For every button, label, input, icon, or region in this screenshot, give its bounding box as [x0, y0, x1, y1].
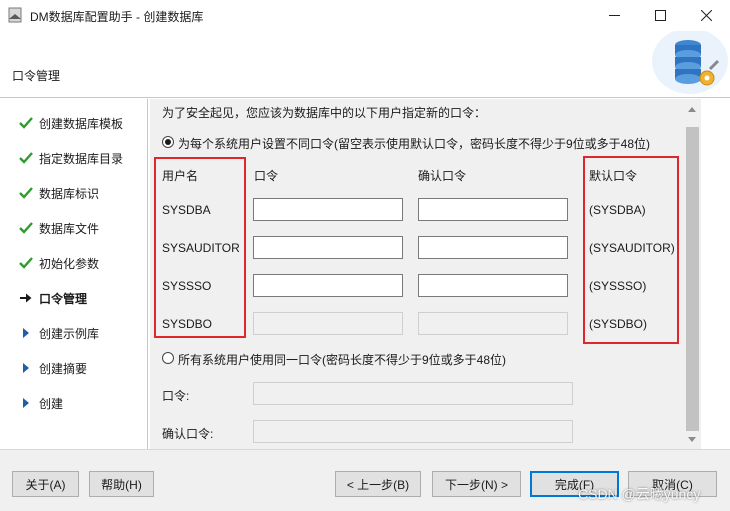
checkmark-icon	[18, 150, 34, 166]
title-bar: DM数据库配置助手 - 创建数据库	[0, 0, 730, 31]
scroll-thumb[interactable]	[686, 127, 699, 431]
confirm-field-sysauditor[interactable]	[418, 236, 568, 259]
checkmark-icon	[18, 115, 34, 131]
password-field-sysauditor[interactable]	[253, 236, 403, 259]
checkmark-icon	[18, 255, 34, 271]
close-icon	[701, 10, 712, 21]
checkmark-icon	[18, 185, 34, 201]
confirm-field-sysso[interactable]	[418, 274, 568, 297]
step-label: 创建	[39, 396, 64, 411]
password-field-sysso[interactable]	[253, 274, 403, 297]
step-label: 口令管理	[39, 291, 88, 306]
triangle-right-icon	[18, 395, 34, 411]
next-button[interactable]: 下一步(N) >	[432, 471, 521, 497]
step-label: 初始化参数	[39, 256, 100, 271]
password-panel: 为了安全起见，您应该为数据库中的以下用户指定新的口令： 为每个系统用户设置不同口…	[150, 99, 684, 449]
step-label: 指定数据库目录	[39, 151, 124, 166]
intro-text: 为了安全起见，您应该为数据库中的以下用户指定新的口令：	[162, 106, 487, 120]
step-create: 创建	[18, 393, 63, 413]
window-title: DM数据库配置助手 - 创建数据库	[30, 10, 204, 24]
step-create-summary: 创建摘要	[18, 358, 87, 378]
step-label: 创建示例库	[39, 326, 100, 341]
page-header: 口令管理	[0, 31, 730, 98]
same-password-field	[253, 382, 573, 405]
step-create-sample: 创建示例库	[18, 323, 99, 343]
step-db-identity: 数据库标识	[18, 183, 99, 203]
step-create-template: 创建数据库模板	[18, 113, 123, 133]
vertical-scrollbar[interactable]	[684, 99, 701, 449]
previous-button[interactable]: < 上一步(B)	[335, 471, 421, 497]
step-db-files: 数据库文件	[18, 218, 99, 238]
radio-same-password[interactable]	[162, 352, 174, 364]
about-button[interactable]: 关于(A)	[12, 471, 79, 497]
column-header-password: 口令	[254, 169, 279, 183]
scroll-up-icon[interactable]	[688, 107, 696, 112]
highlight-box-defaults	[583, 156, 679, 344]
arrow-right-icon	[18, 290, 34, 306]
help-button[interactable]: 帮助(H)	[89, 471, 154, 497]
step-label: 数据库标识	[39, 186, 100, 201]
password-field-sysdba[interactable]	[253, 198, 403, 221]
same-confirm-label: 确认口令:	[162, 427, 214, 441]
password-field-sysdbo	[253, 312, 403, 335]
page-title: 口令管理	[12, 69, 61, 83]
same-password-label: 口令:	[162, 389, 190, 403]
same-confirm-field	[253, 420, 573, 443]
wizard-steps: 创建数据库模板 指定数据库目录 数据库标识 数据库文件 初始化参数 口令管理 创…	[0, 99, 148, 449]
confirm-field-sysdbo	[418, 312, 568, 335]
radio-same-label: 所有系统用户使用同一口令(密码长度不得少于9位或多于48位)	[178, 353, 507, 367]
checkmark-icon	[18, 220, 34, 236]
triangle-right-icon	[18, 325, 34, 341]
minimize-icon	[609, 15, 620, 16]
app-icon	[8, 7, 22, 23]
step-label: 创建数据库模板	[39, 116, 124, 131]
column-header-confirm: 确认口令	[418, 169, 467, 183]
watermark: CSDN @云曦yuncy	[578, 486, 701, 502]
maximize-button[interactable]	[638, 0, 684, 31]
step-password-management: 口令管理	[18, 288, 87, 308]
step-label: 数据库文件	[39, 221, 100, 236]
highlight-box-usernames	[154, 157, 246, 338]
radio-separate-label: 为每个系统用户设置不同口令(留空表示使用默认口令，密码长度不得少于9位或多于48…	[178, 137, 651, 151]
step-specify-directory: 指定数据库目录	[18, 148, 123, 168]
step-init-params: 初始化参数	[18, 253, 99, 273]
scroll-down-icon[interactable]	[688, 437, 696, 442]
minimize-button[interactable]	[592, 0, 638, 31]
radio-separate-passwords[interactable]	[162, 136, 174, 148]
triangle-right-icon	[18, 360, 34, 376]
maximize-icon	[655, 10, 666, 21]
step-label: 创建摘要	[39, 361, 88, 376]
close-button[interactable]	[684, 0, 730, 31]
confirm-field-sysdba[interactable]	[418, 198, 568, 221]
database-gear-icon	[652, 31, 728, 94]
